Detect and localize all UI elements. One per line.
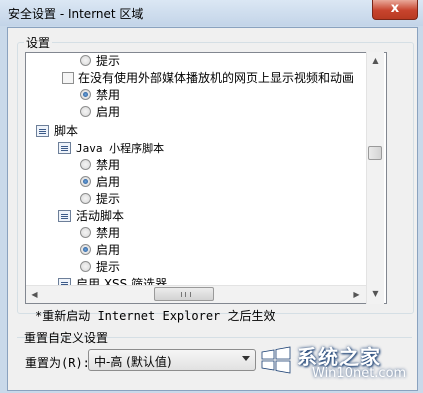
scroll-left-icon[interactable]: ◀	[26, 286, 43, 303]
reset-group-legend: 重置自定义设置	[24, 331, 109, 345]
option-label: 禁用	[96, 226, 121, 240]
tree-option-disable[interactable]: 禁用	[26, 225, 386, 242]
radio-button[interactable]	[80, 261, 91, 272]
title-bar: 安全设置 - Internet 区域 x	[0, 0, 423, 26]
vertical-scroll-thumb[interactable]	[368, 146, 382, 160]
tree-option-disable[interactable]: 禁用	[26, 157, 386, 174]
window-title: 安全设置 - Internet 区域	[8, 7, 144, 21]
chevron-down-icon	[242, 356, 250, 361]
tree-option-enable[interactable]: 启用	[26, 104, 386, 121]
tree-option-prompt[interactable]: 提示	[26, 53, 386, 70]
setting-label: 活动脚本	[76, 209, 125, 223]
tree-setting-java-applet-scripting[interactable]: Java 小程序脚本	[26, 140, 386, 157]
option-label: 提示	[96, 260, 121, 274]
reset-level-select[interactable]: 中-高 (默认值)	[88, 349, 256, 371]
radio-button[interactable]	[80, 244, 91, 255]
radio-button[interactable]	[80, 106, 91, 117]
horizontal-scroll-thumb[interactable]	[154, 287, 214, 301]
tree-option-prompt[interactable]: 提示	[26, 191, 386, 208]
scroll-right-icon[interactable]: ▶	[348, 286, 365, 303]
option-label: 禁用	[96, 158, 121, 172]
restart-footnote: *重新启动 Internet Explorer 之后生效	[35, 309, 276, 323]
option-label: 启用	[96, 243, 121, 257]
reset-level-value: 中-高 (默认值)	[94, 355, 172, 369]
tree-option-enable[interactable]: 启用	[26, 174, 386, 191]
watermark-url: Win10net.com	[312, 366, 407, 381]
setting-label: 在没有使用外部媒体播放机的网页上显示视频和动画	[78, 71, 355, 85]
tree-option-disable[interactable]: 禁用	[26, 87, 386, 104]
option-label: 提示	[96, 54, 121, 68]
radio-button[interactable]	[80, 55, 91, 66]
script-settings-icon	[58, 210, 71, 222]
option-label: 启用	[96, 105, 121, 119]
radio-button[interactable]	[80, 227, 91, 238]
radio-button[interactable]	[80, 193, 91, 204]
tree-setting-active-scripting[interactable]: 活动脚本	[26, 208, 386, 225]
scroll-up-icon[interactable]: ▲	[367, 52, 384, 69]
tree-setting-media-video[interactable]: 在没有使用外部媒体播放机的网页上显示视频和动画	[26, 70, 386, 87]
tree-option-prompt[interactable]: 提示	[26, 259, 386, 276]
grip-icon	[181, 292, 191, 297]
radio-button[interactable]	[80, 159, 91, 170]
option-label: 启用	[96, 175, 121, 189]
script-settings-icon	[58, 142, 71, 154]
tree-section-scripting[interactable]: 脚本	[26, 123, 386, 140]
settings-tree[interactable]: 提示 在没有使用外部媒体播放机的网页上显示视频和动画 禁用 启用 脚本 Java…	[25, 52, 387, 304]
section-label: 脚本	[54, 124, 79, 138]
tree-option-enable[interactable]: 启用	[26, 242, 386, 259]
script-settings-icon	[36, 125, 49, 137]
reset-to-label: 重置为(R):	[25, 356, 90, 370]
setting-checkbox[interactable]	[62, 72, 74, 84]
close-button[interactable]: x	[372, 0, 418, 20]
windows-logo-watermark	[261, 346, 291, 374]
radio-button[interactable]	[80, 89, 91, 100]
scroll-down-icon[interactable]: ▼	[367, 285, 384, 302]
option-label: 提示	[96, 192, 121, 206]
setting-label: Java 小程序脚本	[76, 142, 165, 155]
horizontal-scrollbar[interactable]: ◀ ▶	[26, 285, 366, 303]
settings-group-legend: 设置	[24, 34, 53, 51]
option-label: 禁用	[96, 88, 121, 102]
vertical-scrollbar[interactable]: ▲ ▼	[366, 52, 384, 304]
radio-button[interactable]	[80, 176, 91, 187]
